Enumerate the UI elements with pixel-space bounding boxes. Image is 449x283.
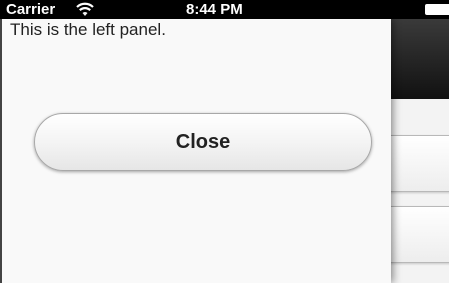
panel-text: This is the left panel. (10, 20, 166, 39)
clock-time: 8:44 PM (186, 1, 243, 18)
status-bar: Carrier 8:44 PM (0, 0, 449, 19)
close-button[interactable]: Close (34, 113, 372, 171)
carrier-name: Carrier (6, 1, 56, 18)
app-screen: Carrier 8:44 PM This is the left panel. … (0, 0, 449, 283)
battery-icon (425, 4, 449, 15)
wifi-icon (76, 2, 94, 17)
left-panel: This is the left panel. Close (0, 19, 391, 283)
